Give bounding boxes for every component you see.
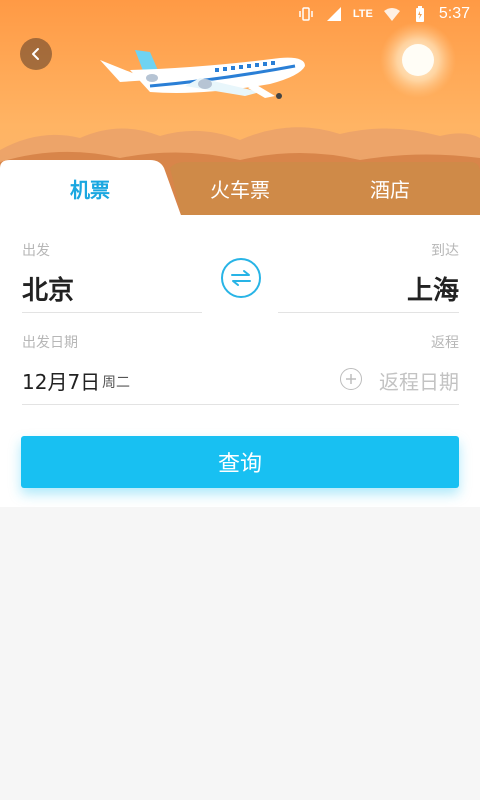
airplane-illustration xyxy=(100,50,305,99)
add-return-button[interactable] xyxy=(340,368,362,390)
network-type: LTE xyxy=(352,8,373,20)
chevron-left-icon xyxy=(32,48,39,60)
tab-bar: 机票 火车票 酒店 xyxy=(0,158,480,218)
swap-arrows-icon xyxy=(231,270,251,286)
plus-circle-icon xyxy=(346,374,356,384)
arrival-divider xyxy=(278,312,459,313)
wifi-icon xyxy=(383,5,401,23)
status-bar: LTE 5:37 xyxy=(0,0,480,28)
return-label: 返程 xyxy=(431,335,459,351)
tab-hotel[interactable]: 酒店 xyxy=(320,158,460,218)
sun xyxy=(402,44,434,76)
tab-flights[interactable]: 机票 xyxy=(0,158,180,218)
signal-icon xyxy=(325,5,343,23)
return-date-placeholder[interactable]: 返程日期 xyxy=(379,366,459,395)
date-divider xyxy=(22,404,459,405)
status-time: 5:37 xyxy=(438,5,470,22)
departure-divider xyxy=(22,312,202,313)
arrival-label: 到达 xyxy=(431,243,459,259)
vibrate-icon xyxy=(297,5,315,23)
swap-button[interactable] xyxy=(221,258,261,298)
arrival-city[interactable]: 上海 xyxy=(407,270,459,307)
departure-date-label: 出发日期 xyxy=(22,335,78,351)
departure-weekday: 周二 xyxy=(102,375,130,391)
search-button[interactable]: 查询 xyxy=(21,436,459,488)
tab-train[interactable]: 火车票 xyxy=(180,158,300,218)
departure-city[interactable]: 北京 xyxy=(22,270,74,307)
back-button[interactable] xyxy=(20,38,52,70)
departure-label: 出发 xyxy=(22,243,50,259)
departure-date[interactable]: 12月7日 xyxy=(22,366,100,395)
battery-icon xyxy=(411,5,429,23)
